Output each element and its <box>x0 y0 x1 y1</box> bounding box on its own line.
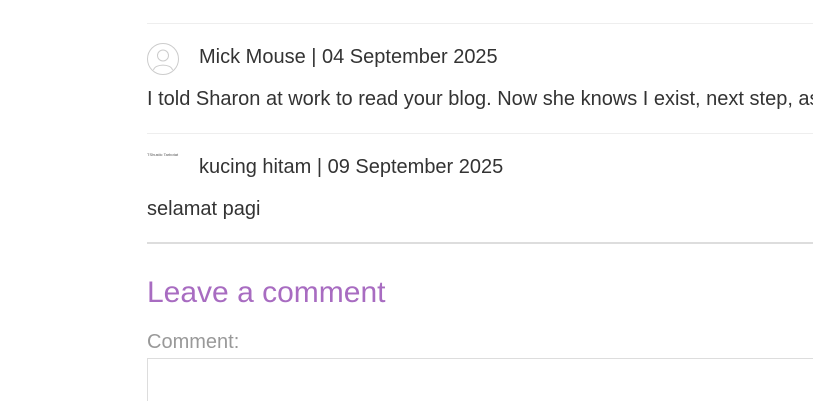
comment-item: Mick Mouse | 04 September 2025 I told Sh… <box>147 43 813 110</box>
comment-item: TShustic Tarbotat kucing hitam | 09 Sept… <box>147 153 813 220</box>
comment-meta: Mick Mouse | 04 September 2025 <box>199 46 498 68</box>
comment-meta: kucing hitam | 09 September 2025 <box>199 156 504 178</box>
divider <box>147 23 813 24</box>
comment-header: Mick Mouse | 04 September 2025 <box>147 43 813 76</box>
comment-field-label: Comment: <box>147 331 240 353</box>
page: Mick Mouse | 04 September 2025 I told Sh… <box>0 0 813 401</box>
divider <box>147 133 813 134</box>
comment-textarea[interactable] <box>147 358 813 401</box>
broken-avatar-image: TShustic Tarbotat <box>147 153 179 157</box>
leave-comment-heading: Leave a comment <box>147 276 386 309</box>
comment-header: TShustic Tarbotat kucing hitam | 09 Sept… <box>147 153 813 186</box>
user-avatar-icon <box>147 43 179 75</box>
comment-body: selamat pagi <box>147 198 261 220</box>
comment-body: I told Sharon at work to read your blog.… <box>147 88 813 110</box>
section-divider <box>147 242 813 244</box>
